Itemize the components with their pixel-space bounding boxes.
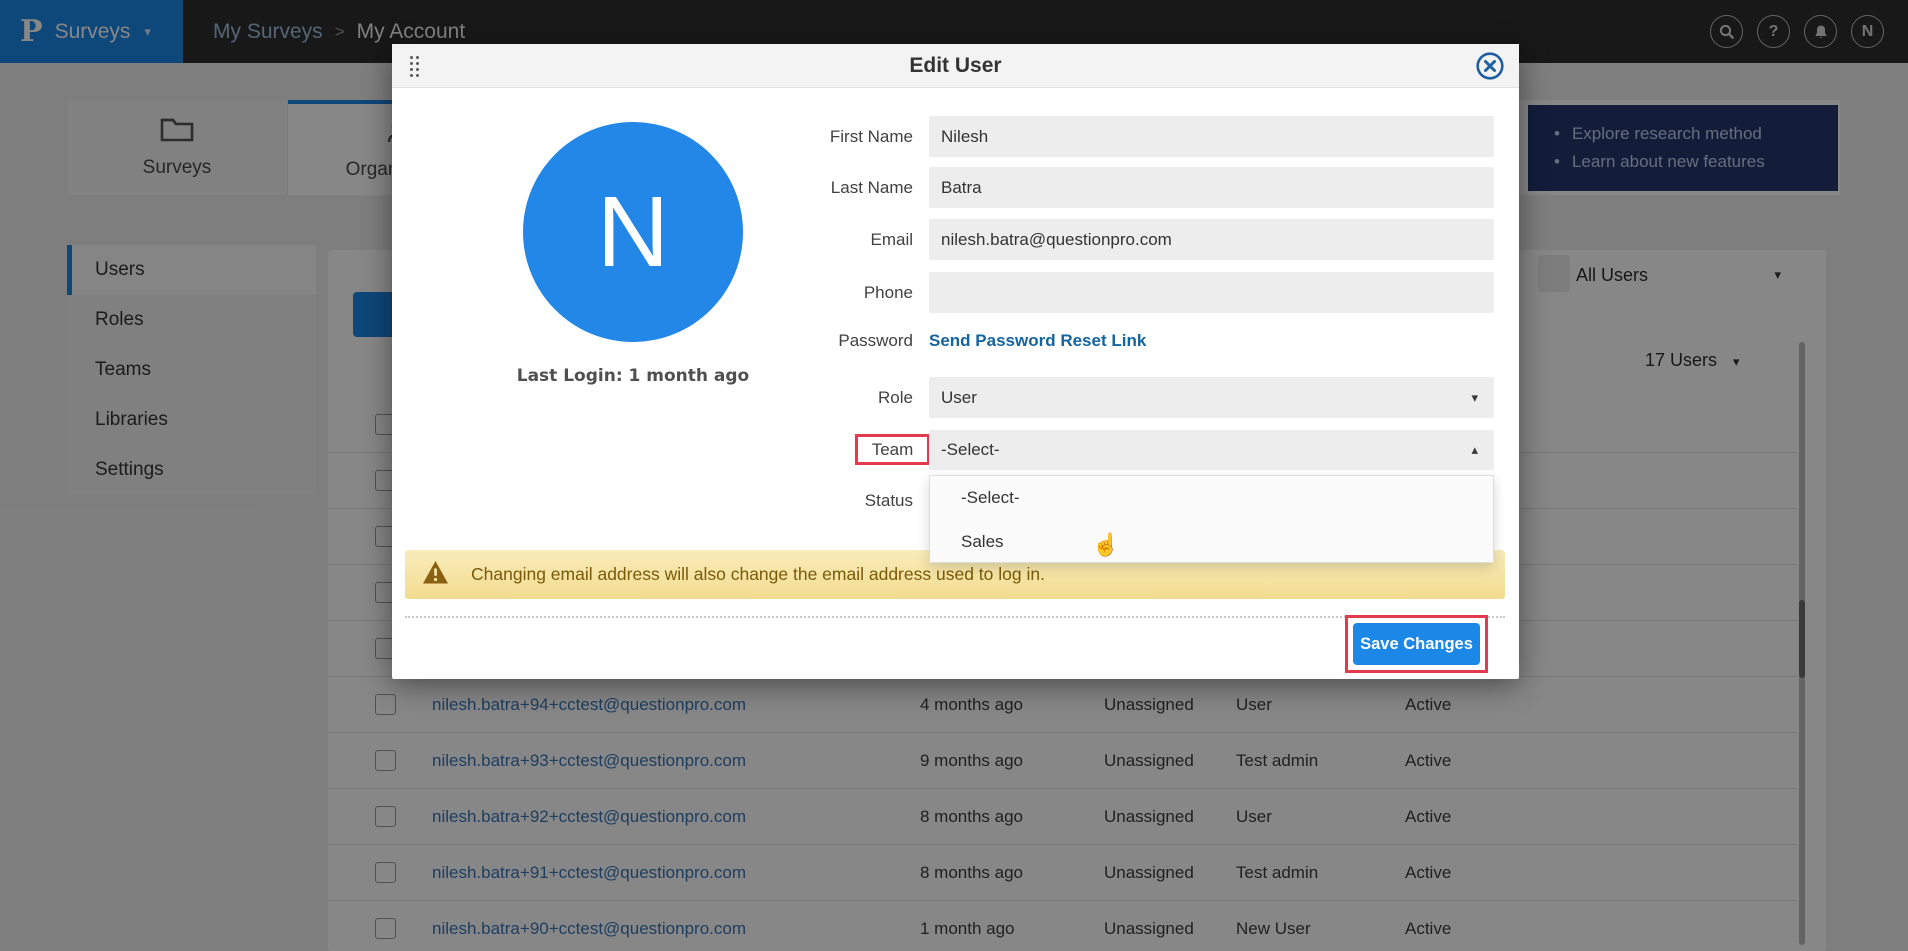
page: P Surveys ▾ My Surveys > My Account ? N … bbox=[0, 0, 1908, 951]
send-password-reset-link[interactable]: Send Password Reset Link bbox=[929, 331, 1146, 351]
team-dropdown-menu: -Select- Sales bbox=[929, 475, 1494, 563]
team-option-select[interactable]: -Select- bbox=[930, 476, 1493, 520]
chevron-up-icon: ▴ bbox=[1471, 430, 1478, 470]
close-icon[interactable] bbox=[1475, 51, 1505, 81]
role-label: Role bbox=[642, 377, 913, 419]
first-name-label: First Name bbox=[642, 116, 913, 157]
last-name-field[interactable] bbox=[929, 167, 1494, 208]
role-value: User bbox=[941, 388, 977, 407]
warning-text: Changing email address will also change … bbox=[471, 564, 1045, 585]
role-select[interactable]: User ▾ bbox=[929, 377, 1494, 418]
password-label: Password bbox=[642, 326, 913, 356]
warning-triangle-icon bbox=[422, 560, 449, 590]
footer-divider bbox=[405, 616, 1505, 618]
mouse-pointer-icon: ☝ bbox=[1092, 532, 1119, 558]
email-field[interactable] bbox=[929, 219, 1494, 260]
status-label: Status bbox=[642, 486, 913, 516]
team-select[interactable]: -Select- ▴ bbox=[929, 430, 1494, 470]
team-value: -Select- bbox=[941, 440, 1000, 459]
team-label-annotation: Team bbox=[855, 434, 930, 465]
modal-header: Edit User bbox=[392, 44, 1519, 88]
chevron-down-icon: ▾ bbox=[1471, 377, 1478, 418]
team-label: Team bbox=[872, 440, 914, 460]
phone-label: Phone bbox=[642, 272, 913, 313]
team-option-sales[interactable]: Sales bbox=[930, 520, 1493, 564]
modal-title: Edit User bbox=[392, 44, 1519, 88]
phone-field[interactable] bbox=[929, 272, 1494, 313]
drag-handle-icon[interactable] bbox=[410, 56, 420, 78]
last-name-label: Last Name bbox=[642, 167, 913, 208]
first-name-field[interactable] bbox=[929, 116, 1494, 157]
edit-user-modal: Edit User N Last Login: 1 month ago Firs… bbox=[392, 44, 1519, 679]
save-changes-button[interactable]: Save Changes bbox=[1353, 623, 1480, 665]
email-label: Email bbox=[642, 219, 913, 260]
